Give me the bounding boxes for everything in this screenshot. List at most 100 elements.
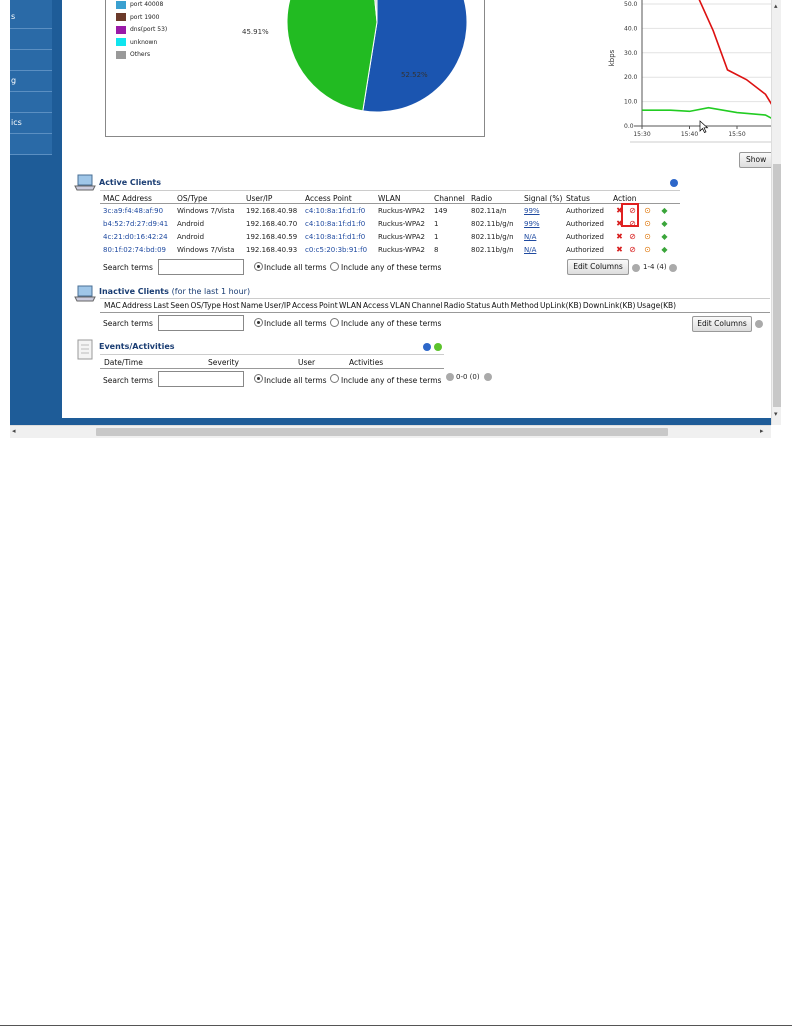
inactive-clients-header: MAC Address Last Seen OS/Type Host Name … bbox=[104, 301, 677, 310]
table-cell[interactable]: c4:10:8a:1f:d1:f0 bbox=[305, 220, 365, 228]
horizontal-scrollbar[interactable]: ◂ ▸ bbox=[10, 425, 771, 438]
speedflex-icon[interactable]: ◆ bbox=[660, 219, 669, 228]
sidebar-item-1[interactable]: s bbox=[10, 0, 52, 29]
include-any-radio[interactable] bbox=[330, 262, 339, 271]
sidebar-item-5[interactable] bbox=[10, 92, 52, 113]
col-header[interactable]: Action bbox=[613, 194, 637, 203]
refresh-icon[interactable] bbox=[670, 179, 678, 187]
scroll-up-icon[interactable]: ▴ bbox=[774, 2, 778, 10]
col-header[interactable]: WLAN bbox=[378, 194, 401, 203]
prev-page-icon[interactable] bbox=[632, 264, 640, 272]
delete-icon[interactable]: ✖ bbox=[615, 232, 624, 241]
delete-icon[interactable]: ✖ bbox=[615, 245, 624, 254]
table-cell[interactable]: 99% bbox=[524, 207, 540, 215]
table-cell: Android bbox=[177, 233, 205, 241]
include-all-label: Include all terms bbox=[264, 263, 327, 272]
sidebar-item-label: ics bbox=[11, 118, 22, 127]
include-any-radio[interactable] bbox=[330, 318, 339, 327]
edit-columns-button[interactable]: Edit Columns bbox=[567, 259, 629, 275]
table-cell[interactable]: c4:10:8a:1f:d1:f0 bbox=[305, 233, 365, 241]
pager-text: 0-0 (0) bbox=[456, 373, 480, 381]
divider bbox=[100, 354, 444, 355]
table-cell[interactable]: N/A bbox=[524, 246, 536, 254]
block-icon[interactable]: ⊘ bbox=[628, 245, 637, 254]
sidebar-item-3[interactable] bbox=[10, 50, 52, 71]
inactive-clients-title-text: Inactive Clients bbox=[99, 287, 169, 296]
sidebar-item-7[interactable] bbox=[10, 134, 52, 155]
x-tick-label: 15:50 bbox=[728, 131, 745, 138]
col-header[interactable]: Status bbox=[566, 194, 590, 203]
scroll-right-icon[interactable]: ▸ bbox=[760, 427, 764, 435]
include-any-label: Include any of these terms bbox=[341, 263, 442, 272]
table-cell[interactable]: 3c:a9:f4:48:af:90 bbox=[103, 207, 163, 215]
pie-slice-blue bbox=[362, 0, 468, 113]
events-col-user: User bbox=[298, 358, 316, 367]
table-cell: Ruckus-WPA2 bbox=[378, 233, 425, 241]
include-any-label: Include any of these terms bbox=[341, 319, 442, 328]
sidebar-item-4[interactable]: g bbox=[10, 71, 52, 92]
col-header[interactable]: Signal (%) bbox=[524, 194, 562, 203]
prev-page-icon[interactable] bbox=[755, 320, 763, 328]
col-header[interactable]: Access Point bbox=[305, 194, 352, 203]
block-icon[interactable]: ⊘ bbox=[628, 232, 637, 241]
vertical-scrollbar[interactable]: ▴ ▾ bbox=[771, 0, 781, 425]
x-tick-label: 15:30 bbox=[633, 131, 650, 138]
speedflex-icon[interactable]: ◆ bbox=[660, 245, 669, 254]
table-cell[interactable]: b4:52:7d:27:d9:41 bbox=[103, 220, 168, 228]
mouse-cursor-icon bbox=[699, 120, 709, 133]
edit-columns-button[interactable]: Edit Columns bbox=[692, 316, 752, 332]
prev-page-icon[interactable] bbox=[446, 373, 454, 381]
y-tick-label: 10.0 bbox=[624, 99, 638, 106]
table-cell: 192.168.40.59 bbox=[246, 233, 298, 241]
col-header[interactable]: User/IP bbox=[246, 194, 272, 203]
include-all-radio[interactable] bbox=[254, 374, 263, 383]
pager-text: 1-4 (4) bbox=[643, 263, 667, 271]
next-page-icon[interactable] bbox=[484, 373, 492, 381]
table-cell[interactable]: c4:10:8a:1f:d1:f0 bbox=[305, 207, 365, 215]
traffic-line-chart: 50.040.030.020.010.00.015:3015:4015:5016… bbox=[608, 0, 778, 143]
reconnect-icon[interactable]: ⊙ bbox=[643, 219, 652, 228]
table-cell[interactable]: 80:1f:02:74:bd:09 bbox=[103, 246, 166, 254]
sidebar-item-2[interactable] bbox=[10, 29, 52, 50]
reconnect-icon[interactable]: ⊙ bbox=[643, 206, 652, 215]
table-cell: Android bbox=[177, 220, 205, 228]
table-cell: 802.11b/g/n bbox=[471, 220, 514, 228]
table-cell: 192.168.40.93 bbox=[246, 246, 298, 254]
col-header[interactable]: MAC Address bbox=[103, 194, 152, 203]
table-cell[interactable]: N/A bbox=[524, 233, 536, 241]
reconnect-icon[interactable]: ⊙ bbox=[643, 232, 652, 241]
table-cell: 192.168.40.70 bbox=[246, 220, 298, 228]
reconnect-icon[interactable]: ⊙ bbox=[643, 245, 652, 254]
horizontal-scroll-thumb[interactable] bbox=[96, 428, 668, 436]
include-any-radio[interactable] bbox=[330, 374, 339, 383]
vertical-scroll-thumb[interactable] bbox=[773, 164, 781, 407]
table-cell[interactable]: c0:c5:20:3b:91:f0 bbox=[305, 246, 367, 254]
table-cell[interactable]: 99% bbox=[524, 220, 540, 228]
include-any-label: Include any of these terms bbox=[341, 376, 442, 385]
y-tick-label: 50.0 bbox=[624, 1, 638, 8]
refresh-icon[interactable] bbox=[423, 343, 431, 351]
scroll-left-icon[interactable]: ◂ bbox=[12, 427, 16, 435]
events-title: Events/Activities bbox=[99, 342, 175, 351]
col-header[interactable]: Radio bbox=[471, 194, 492, 203]
pie-slice-green bbox=[286, 0, 378, 112]
search-input[interactable] bbox=[158, 371, 244, 387]
header-rule bbox=[100, 203, 680, 204]
scroll-down-icon[interactable]: ▾ bbox=[774, 410, 778, 418]
sidebar-item-6[interactable]: ics bbox=[10, 113, 52, 134]
search-input[interactable] bbox=[158, 315, 244, 331]
col-header[interactable]: Channel bbox=[434, 194, 465, 203]
page-bottom-band bbox=[10, 418, 771, 425]
speedflex-icon[interactable]: ◆ bbox=[660, 206, 669, 215]
export-icon[interactable] bbox=[434, 343, 442, 351]
speedflex-icon[interactable]: ◆ bbox=[660, 232, 669, 241]
col-header[interactable]: OS/Type bbox=[177, 194, 207, 203]
divider bbox=[100, 190, 680, 191]
main-content: port 40008 port 1900 dns(port 53) unknown Ot… bbox=[62, 0, 781, 418]
next-page-icon[interactable] bbox=[669, 264, 677, 272]
search-input[interactable] bbox=[158, 259, 244, 275]
include-all-radio[interactable] bbox=[254, 262, 263, 271]
table-cell[interactable]: 4c:21:d0:16:42:24 bbox=[103, 233, 168, 241]
table-cell: 802.11b/g/n bbox=[471, 246, 514, 254]
include-all-radio[interactable] bbox=[254, 318, 263, 327]
